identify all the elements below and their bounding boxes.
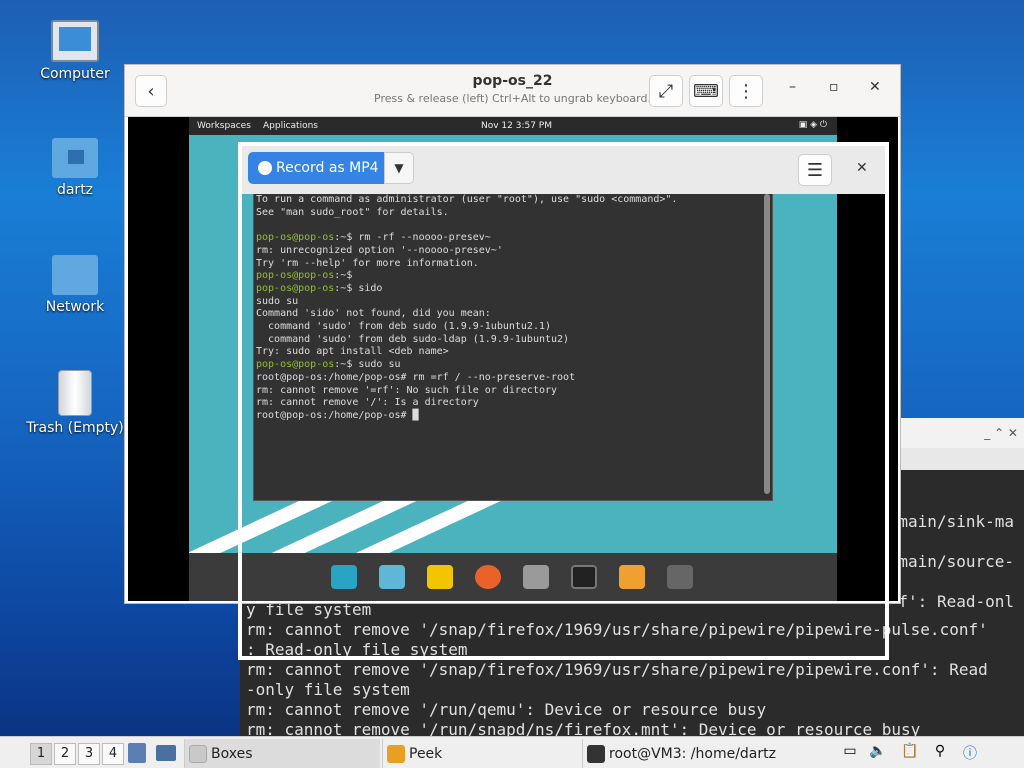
terminal-line: rm: cannot remove '/snap/firefox/1969/us… <box>246 660 988 679</box>
expand-icon: ⤢ <box>658 80 674 102</box>
task-label: Peek <box>409 746 443 762</box>
home-folder-icon <box>52 138 98 178</box>
task-peek[interactable]: Peek <box>382 739 580 768</box>
keyboard-icon: ⌨ <box>693 80 719 102</box>
maximize-button[interactable]: ▫ <box>829 79 839 95</box>
format-dropdown-button[interactable]: ▼ <box>384 152 414 184</box>
terminal-line: main/source- <box>898 552 1014 571</box>
terminal-line: main/sink-ma <box>898 512 1014 531</box>
desktop-icon-label: dartz <box>56 182 94 198</box>
chevron-down-icon: ▼ <box>394 161 404 175</box>
window-title: pop-os_22 <box>472 73 553 89</box>
guest-system-icons[interactable]: ▣ ◈ ⏻ <box>799 120 827 130</box>
menu-button[interactable]: ⋮ <box>729 75 763 107</box>
keyboard-button[interactable]: ⌨ <box>689 75 723 107</box>
desktop-icon-label: Computer <box>40 66 110 82</box>
notification-icon[interactable]: ⓘ <box>960 743 980 763</box>
fullscreen-button[interactable]: ⤢ <box>649 75 683 107</box>
desktop-icon-label: Trash (Empty) <box>26 420 124 436</box>
close-button[interactable]: ✕ <box>869 79 881 95</box>
taskbar: 1 2 3 4 Boxes Peek root@VM3: /home/dartz… <box>0 736 1024 768</box>
computer-icon <box>51 20 99 62</box>
guest-topbar: Workspaces Applications Nov 12 3:57 PM ▣… <box>189 117 837 135</box>
guest-clock[interactable]: Nov 12 3:57 PM <box>481 121 552 131</box>
workspace-3-button[interactable]: 3 <box>78 743 100 765</box>
terminal-line: rm: cannot remove '/run/qemu': Device or… <box>246 700 767 719</box>
workspace-2-button[interactable]: 2 <box>54 743 76 765</box>
peek-close-button[interactable]: ✕ <box>856 160 868 176</box>
show-desktop-icon[interactable] <box>156 745 176 761</box>
desktop-icon-computer[interactable]: Computer <box>20 20 130 82</box>
desktop-icon-label: Network <box>45 299 105 315</box>
hamburger-icon: ☰ <box>806 159 824 181</box>
more-vertical-icon: ⋮ <box>737 80 755 102</box>
display-icon[interactable]: ▭ <box>840 743 860 763</box>
window-subtitle: Press & release (left) Ctrl+Alt to ungra… <box>374 92 651 105</box>
task-boxes[interactable]: Boxes <box>184 739 380 768</box>
boxes-app-icon <box>189 745 207 763</box>
task-label: root@VM3: /home/dartz <box>609 746 776 762</box>
desktop-icon-home[interactable]: dartz <box>20 138 130 198</box>
files-launcher-icon[interactable] <box>128 743 146 763</box>
terminal-app-icon <box>587 745 605 763</box>
peek-menu-button[interactable]: ☰ <box>798 154 832 186</box>
window-controls[interactable]: _ ⌃ ✕ <box>984 426 1018 440</box>
record-label: Record as MP4 <box>276 160 379 176</box>
volume-icon[interactable]: 🔈 <box>868 743 888 763</box>
desktop-icon-trash[interactable]: Trash (Empty) <box>20 370 130 436</box>
trash-icon <box>58 370 92 416</box>
clipboard-icon[interactable]: 📋 <box>900 743 920 763</box>
task-terminal[interactable]: root@VM3: /home/dartz <box>582 739 780 768</box>
desktop-icon-network[interactable]: Network <box>20 255 130 315</box>
peek-app-icon <box>387 745 405 763</box>
network-folder-icon <box>52 255 98 295</box>
minimize-button[interactable]: – <box>789 79 796 95</box>
task-label: Boxes <box>211 746 253 762</box>
record-button[interactable]: Record as MP4 <box>248 152 384 184</box>
record-icon <box>258 161 272 175</box>
network-icon[interactable]: ⚲ <box>930 743 950 763</box>
terminal-line: -only file system <box>246 680 410 699</box>
boxes-headerbar: ‹ pop-os_22 Press & release (left) Ctrl+… <box>125 65 900 117</box>
peek-headerbar: Record as MP4 ▼ ☰ ✕ <box>242 146 885 194</box>
guest-workspaces-button[interactable]: Workspaces <box>197 121 251 131</box>
workspace-4-button[interactable]: 4 <box>102 743 124 765</box>
peek-capture-frame[interactable] <box>238 142 889 660</box>
guest-applications-button[interactable]: Applications <box>263 121 318 131</box>
workspace-1-button[interactable]: 1 <box>30 743 52 765</box>
